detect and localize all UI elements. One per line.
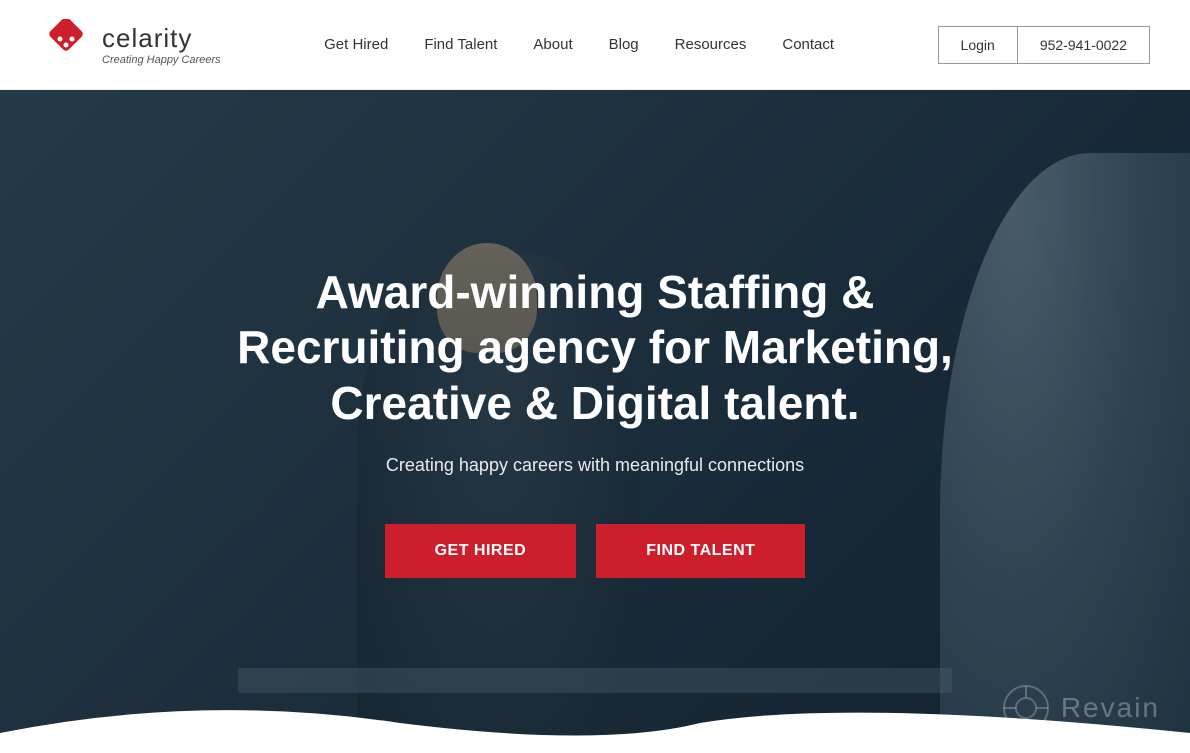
hero-subtitle: Creating happy careers with meaningful c… bbox=[210, 455, 980, 476]
login-button[interactable]: Login bbox=[938, 26, 1017, 64]
revain-text: Revain bbox=[1061, 692, 1160, 724]
logo-text: celarity Creating Happy Careers bbox=[102, 23, 221, 66]
hero-content: Award-winning Staffing & Recruiting agen… bbox=[170, 265, 1020, 578]
phone-button[interactable]: 952-941-0022 bbox=[1017, 26, 1150, 64]
nav-about[interactable]: About bbox=[533, 36, 572, 53]
revain-watermark: Revain bbox=[1001, 683, 1160, 733]
hero-buttons: Get Hired Find Talent bbox=[210, 524, 980, 578]
nav-contact[interactable]: Contact bbox=[782, 36, 834, 53]
hero-title: Award-winning Staffing & Recruiting agen… bbox=[210, 265, 980, 431]
header-actions: Login 952-941-0022 bbox=[938, 26, 1150, 64]
nav-get-hired[interactable]: Get Hired bbox=[324, 36, 388, 53]
logo[interactable]: celarity Creating Happy Careers bbox=[40, 19, 221, 71]
nav-blog[interactable]: Blog bbox=[609, 36, 639, 53]
logo-tagline: Creating Happy Careers bbox=[102, 54, 221, 66]
logo-icon bbox=[40, 19, 92, 71]
hero-section: Award-winning Staffing & Recruiting agen… bbox=[0, 90, 1190, 753]
logo-name: celarity bbox=[102, 23, 221, 54]
site-header: celarity Creating Happy Careers Get Hire… bbox=[0, 0, 1190, 90]
main-nav: Get Hired Find Talent About Blog Resourc… bbox=[324, 36, 834, 53]
nav-resources[interactable]: Resources bbox=[675, 36, 747, 53]
revain-icon bbox=[1001, 683, 1051, 733]
hero-find-talent-button[interactable]: Find Talent bbox=[596, 524, 805, 578]
nav-find-talent[interactable]: Find Talent bbox=[424, 36, 497, 53]
hero-get-hired-button[interactable]: Get Hired bbox=[385, 524, 577, 578]
